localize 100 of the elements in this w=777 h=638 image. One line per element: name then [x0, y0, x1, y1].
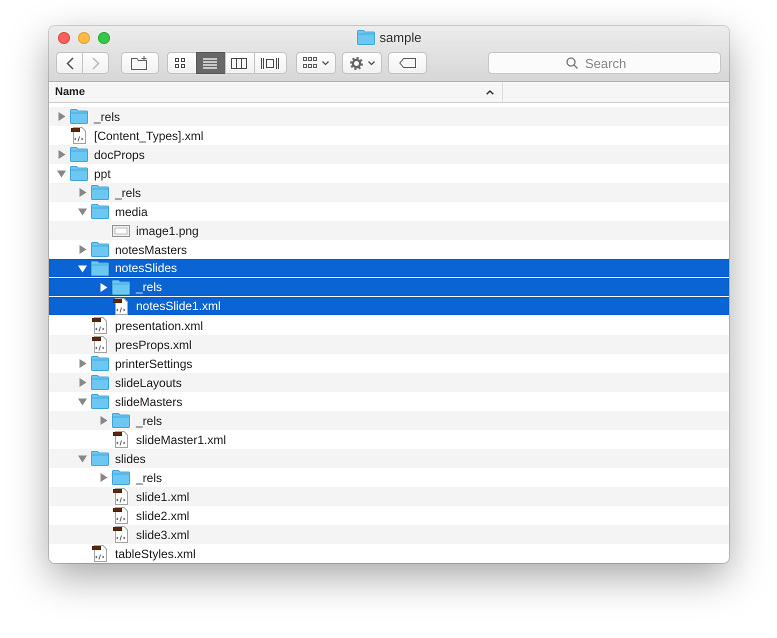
close-button[interactable]	[58, 32, 70, 44]
list-view-button[interactable]	[196, 52, 226, 74]
gear-button[interactable]	[342, 52, 382, 74]
folder-icon	[91, 451, 109, 466]
new-folder-icon	[131, 56, 149, 70]
file-name: slideMaster1.xml	[136, 432, 226, 446]
grid-icon	[303, 57, 318, 69]
file-name: docProps	[94, 148, 145, 162]
disclosure-triangle-icon[interactable]	[78, 378, 86, 387]
disclosure-triangle-icon[interactable]	[78, 397, 86, 406]
file-row[interactable]: slides	[49, 449, 729, 468]
file-name: slide1.xml	[136, 490, 190, 504]
file-row[interactable]: image1.png	[49, 221, 729, 240]
disclosure-triangle-icon[interactable]	[78, 264, 86, 272]
list-icon	[203, 56, 219, 70]
file-name: presProps.xml	[115, 338, 192, 352]
disclosure-triangle-icon[interactable]	[98, 282, 108, 292]
file-name: _rels	[115, 186, 142, 200]
image-file-icon	[112, 224, 130, 238]
file-row[interactable]: printerSettings	[49, 354, 729, 373]
xml-file-icon	[92, 317, 108, 334]
folder-icon	[70, 166, 88, 181]
folder-icon	[112, 413, 130, 428]
tag-button[interactable]	[388, 52, 427, 74]
gallery-icon	[260, 56, 280, 70]
file-row[interactable]: slide2.xml	[49, 506, 729, 525]
caret-icon	[368, 60, 375, 66]
folder-icon	[356, 30, 375, 45]
folder-icon	[91, 356, 109, 371]
file-row[interactable]: slideLayouts	[49, 373, 729, 392]
file-row[interactable]: slide3.xml	[49, 525, 729, 544]
file-row[interactable]: ppt	[49, 164, 729, 183]
new-folder-button[interactable]	[121, 52, 159, 74]
file-row[interactable]: _rels	[49, 107, 729, 126]
gallery-view-button[interactable]	[254, 52, 287, 74]
xml-file-icon	[113, 431, 129, 448]
file-name: _rels	[136, 414, 162, 428]
search-icon	[566, 57, 578, 69]
file-row[interactable]: presentation.xml	[49, 316, 729, 335]
file-row[interactable]: presProps.xml	[49, 335, 729, 354]
caret-icon	[322, 60, 329, 66]
file-name: notesSlides	[115, 261, 178, 275]
folder-icon	[91, 185, 109, 200]
file-name: media	[115, 204, 148, 218]
file-name: printerSettings	[115, 356, 192, 370]
minimize-button[interactable]	[78, 32, 90, 44]
zoom-button[interactable]	[98, 32, 110, 44]
icon-view-button[interactable]	[167, 52, 197, 74]
disclosure-triangle-icon[interactable]	[78, 207, 86, 216]
back-button[interactable]	[56, 52, 83, 74]
file-row[interactable]: tableStyles.xml	[49, 544, 729, 563]
file-name: image1.png	[136, 224, 199, 238]
disclosure-triangle-icon[interactable]	[78, 454, 86, 463]
disclosure-triangle-icon[interactable]	[78, 359, 86, 368]
file-name: presentation.xml	[115, 318, 204, 332]
file-row[interactable]: notesMasters	[49, 240, 729, 259]
xml-file-icon	[113, 526, 129, 543]
file-row[interactable]: docProps	[49, 145, 729, 164]
folder-icon	[70, 109, 88, 124]
arrange-button[interactable]	[296, 52, 336, 74]
folder-icon	[91, 242, 109, 257]
disclosure-triangle-icon[interactable]	[56, 169, 66, 178]
file-row[interactable]: _rels	[49, 278, 729, 297]
tag-icon	[398, 58, 416, 68]
file-row[interactable]: [Content_Types].xml	[49, 126, 729, 145]
file-row[interactable]: _rels	[49, 468, 729, 487]
file-name: _rels	[94, 110, 120, 124]
file-row[interactable]: slideMaster1.xml	[49, 430, 729, 449]
file-row[interactable]: media	[49, 202, 729, 221]
xml-file-icon	[113, 507, 129, 524]
disclosure-triangle-icon[interactable]	[78, 188, 86, 197]
columns-icon	[231, 56, 249, 70]
disclosure-triangle-icon[interactable]	[56, 112, 66, 121]
xml-file-icon	[113, 298, 129, 314]
disclosure-triangle-icon[interactable]	[98, 473, 108, 482]
disclosure-triangle-icon[interactable]	[56, 150, 66, 159]
file-name: slides	[115, 452, 146, 466]
file-name: slideMasters	[115, 394, 182, 408]
file-row[interactable]: slideMasters	[49, 392, 729, 411]
search-field[interactable]: Search	[488, 52, 721, 74]
file-name: _rels	[136, 280, 162, 294]
window-title: sample	[380, 30, 422, 45]
file-row[interactable]: _rels	[49, 411, 729, 430]
xml-file-icon	[71, 127, 87, 144]
xml-file-icon	[113, 488, 129, 505]
disclosure-triangle-icon[interactable]	[98, 416, 108, 425]
column-view-button[interactable]	[225, 52, 255, 74]
folder-icon	[91, 204, 109, 219]
gear-icon	[349, 56, 364, 70]
file-name: notesSlide1.xml	[136, 299, 221, 313]
chevron-left-icon	[66, 56, 74, 70]
file-row[interactable]: notesSlides	[49, 259, 729, 278]
disclosure-triangle-icon[interactable]	[78, 245, 86, 254]
folder-icon	[112, 470, 130, 485]
file-row[interactable]: _rels	[49, 183, 729, 202]
file-row[interactable]: slide1.xml	[49, 487, 729, 506]
file-name: notesMasters	[115, 242, 188, 256]
folder-icon	[91, 375, 109, 390]
file-row[interactable]: notesSlide1.xml	[49, 297, 729, 316]
file-name: _rels	[136, 470, 162, 484]
